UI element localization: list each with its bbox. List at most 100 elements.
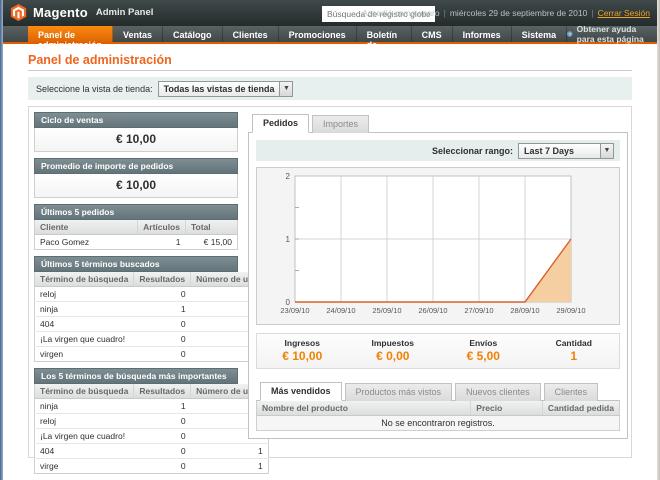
logo-title: Magento — [33, 5, 88, 20]
nav-item[interactable]: CMS — [412, 26, 453, 42]
table-cell: 1 — [134, 302, 191, 317]
dashboard-main-panel: PedidosImportes Seleccionar rango: Last … — [248, 113, 628, 439]
widget-title: Ciclo de ventas — [34, 112, 238, 128]
widget-title: Promedio de importe de pedidos — [34, 158, 238, 174]
tab[interactable]: Productos más vistos — [345, 383, 453, 401]
nav-item[interactable]: Promociones — [279, 26, 357, 42]
table-row[interactable]: ¡La virgen que cuadro!02 — [35, 429, 269, 444]
chevron-down-icon: ▼ — [279, 82, 292, 96]
table-cell: ninja — [35, 399, 134, 414]
totals-bar: Ingresos€ 10,00Impuestos€ 0,00Envíos€ 5,… — [256, 333, 620, 369]
help-label: Obtener ayuda para esta página — [577, 24, 648, 44]
logo-subtitle: Admin Panel — [96, 7, 154, 18]
column-header: Término de búsqueda — [35, 272, 134, 287]
page-title: Panel de administración — [28, 53, 172, 67]
total-value: € 10,00 — [257, 349, 348, 363]
store-switcher: Seleccione la vista de tienda: Todas las… — [28, 77, 632, 100]
average-orders-value: € 10,00 — [34, 174, 238, 198]
table-cell: 1 — [138, 235, 186, 250]
table-row[interactable]: Paco Gomez1€ 15,00 — [35, 235, 238, 250]
range-label: Seleccionar rango: — [432, 146, 513, 156]
total-value: € 5,00 — [438, 349, 529, 363]
last-orders-widget: Últimos 5 pedidos ClienteArtículosTotalP… — [34, 204, 238, 250]
svg-text:26/09/10: 26/09/10 — [418, 306, 447, 315]
magento-logo: Magento Admin Panel — [10, 4, 153, 21]
table-cell: 0 — [134, 459, 191, 474]
last-orders-table: ClienteArtículosTotalPaco Gomez1€ 15,00 — [34, 220, 238, 250]
nav-item[interactable]: Clientes — [223, 26, 279, 42]
tab[interactable]: Importes — [312, 115, 369, 133]
dashboard-left-column: Ciclo de ventas € 10,00 Promedio de impo… — [34, 112, 238, 480]
tab[interactable]: Pedidos — [252, 114, 309, 133]
column-header: Nombre del producto — [257, 401, 471, 416]
total-value: 1 — [529, 349, 620, 363]
logout-link[interactable]: Cerrar Sesión — [598, 8, 650, 18]
widget-title: Los 5 términos de búsqueda más important… — [34, 368, 238, 384]
table-row[interactable]: ¡La virgen que cuadro!02 — [35, 332, 269, 347]
total-value: € 0,00 — [348, 349, 439, 363]
nav-item[interactable]: Informes — [453, 26, 512, 42]
separator: | — [444, 8, 446, 18]
nav-item[interactable]: Catálogo — [163, 26, 223, 42]
widget-title: Últimos 5 términos buscados — [34, 256, 238, 272]
top-search-terms-widget: Los 5 términos de búsqueda más important… — [34, 368, 238, 474]
store-switcher-label: Seleccione la vista de tienda: — [36, 84, 153, 94]
separator: | — [591, 8, 593, 18]
range-select[interactable]: Last 7 Days ▼ — [518, 143, 614, 159]
table-cell: virgen — [35, 347, 134, 362]
column-header: Artículos — [138, 220, 186, 235]
store-switcher-value: Todas las vistas de tienda — [159, 84, 280, 94]
main-nav-items: Panel de administraciónVentasCatálogoCli… — [28, 26, 567, 42]
total-label: Envíos — [438, 338, 529, 348]
table-row[interactable]: ninja110 — [35, 399, 269, 414]
column-header: Cantidad pedida — [542, 401, 619, 416]
top-search-terms-table: Término de búsquedaResultadosNúmero de u… — [34, 384, 238, 474]
nav-item[interactable]: Panel de administración — [28, 26, 113, 42]
table-row[interactable]: reloj02 — [35, 287, 269, 302]
table-row[interactable]: ninja110 — [35, 302, 269, 317]
svg-text:23/09/10: 23/09/10 — [280, 306, 309, 315]
total-cell: Ingresos€ 10,00 — [257, 338, 348, 363]
user-info: Accedió como aparo|miércoles 29 de septi… — [362, 8, 650, 18]
table-cell: 0 — [134, 332, 191, 347]
total-cell: Envíos€ 5,00 — [438, 338, 529, 363]
table-cell: 1 — [191, 444, 269, 459]
product-grid-table: Nombre del productoPrecioCantidad pedida… — [256, 401, 620, 431]
table-row[interactable]: virgen01 — [35, 347, 269, 362]
column-header: Precio — [471, 401, 543, 416]
table-cell: reloj — [35, 287, 134, 302]
total-cell: Cantidad1 — [529, 338, 620, 363]
table-cell: 1 — [191, 459, 269, 474]
table-cell: ¡La virgen que cuadro! — [35, 332, 134, 347]
tab[interactable]: Nuevos clientes — [455, 383, 541, 401]
table-row[interactable]: 40401 — [35, 444, 269, 459]
nav-item[interactable]: Boletín de noticias — [357, 26, 412, 42]
tab[interactable]: Clientes — [544, 383, 599, 401]
table-cell: € 15,00 — [185, 235, 237, 250]
average-orders-widget: Promedio de importe de pedidos € 10,00 — [34, 158, 238, 198]
store-switcher-select[interactable]: Todas las vistas de tienda ▼ — [158, 81, 294, 97]
widget-title: Últimos 5 pedidos — [34, 204, 238, 220]
tab[interactable]: Más vendidos — [260, 382, 342, 401]
top-header: Magento Admin Panel Accedió como aparo|m… — [0, 0, 660, 26]
current-date: miércoles 29 de septiembre de 2010 — [450, 8, 588, 18]
table-row[interactable]: 40401 — [35, 317, 269, 332]
table-row[interactable]: reloj02 — [35, 414, 269, 429]
empty-records-message: No se encontraron registros. — [257, 416, 620, 431]
table-cell: ninja — [35, 302, 134, 317]
svg-text:27/09/10: 27/09/10 — [464, 306, 493, 315]
table-cell: 0 — [134, 347, 191, 362]
nav-item[interactable]: Ventas — [113, 26, 163, 42]
help-link[interactable]: ? Obtener ayuda para esta página — [567, 26, 648, 42]
window-edge-left — [0, 0, 3, 480]
data-table: ClienteArtículosTotalPaco Gomez1€ 15,00 — [34, 220, 238, 250]
nav-item[interactable]: Sistema — [512, 26, 568, 42]
table-row[interactable]: virge01 — [35, 459, 269, 474]
table-cell: 0 — [134, 414, 191, 429]
table-cell: virge — [35, 459, 134, 474]
svg-text:2: 2 — [286, 172, 291, 181]
orders-chart: 01223/09/1024/09/1025/09/1026/09/1027/09… — [256, 167, 620, 325]
diagram-panel: Seleccionar rango: Last 7 Days ▼ 01223/0… — [248, 133, 628, 439]
lifetime-sales-widget: Ciclo de ventas € 10,00 — [34, 112, 238, 152]
svg-text:29/09/10: 29/09/10 — [556, 306, 585, 315]
